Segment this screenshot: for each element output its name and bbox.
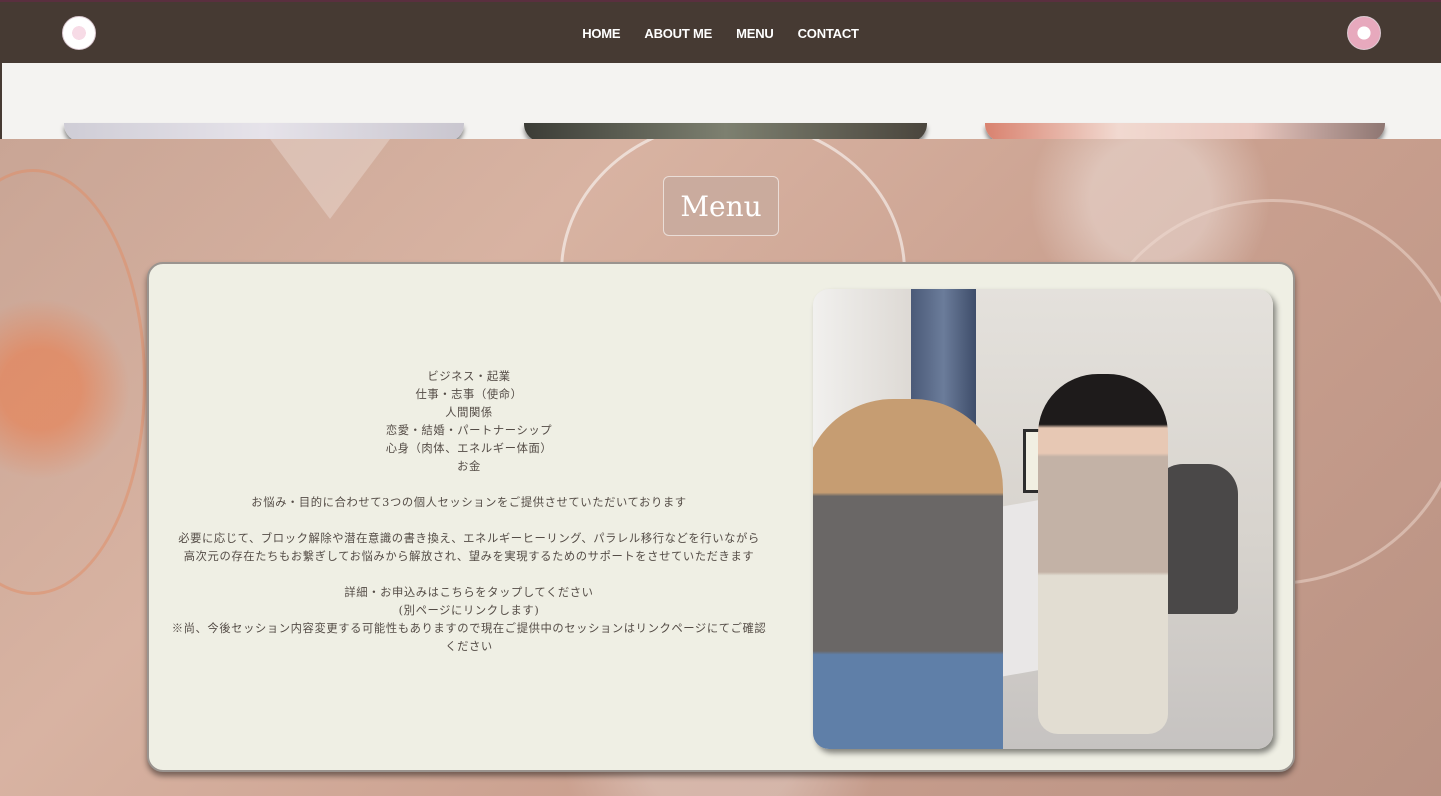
topic-line: 恋愛・結婚・パートナーシップ xyxy=(385,424,553,437)
main-nav: HOME ABOUT ME MENU CONTACT xyxy=(0,2,1441,65)
background-decoration xyxy=(270,139,390,219)
nav-contact[interactable]: CONTACT xyxy=(798,26,859,41)
menu-heading-box: Menu xyxy=(663,176,779,236)
notice-text: ※尚、今後セッション内容変更する可能性もありますので現在ご提供中のセッションはリ… xyxy=(171,622,767,653)
support-text: 高次元の存在たちもお繋ぎしてお悩みから解放され、望みを実現するためのサポートをさ… xyxy=(183,550,755,563)
topic-line: 心身（肉体、エネルギー体面） xyxy=(385,442,553,455)
section-title: Menu xyxy=(680,189,762,223)
support-text: 必要に応じて、ブロック解除や潜在意識の書き換え、エネルギーヒーリング、パラレル移… xyxy=(178,532,760,545)
menu-description: ビジネス・起業 仕事・志事（使命） 人間関係 恋愛・結婚・パートナーシップ 心身… xyxy=(171,368,767,656)
nav-home[interactable]: HOME xyxy=(582,26,620,41)
topic-line: 人間関係 xyxy=(445,406,493,419)
menu-card: ビジネス・起業 仕事・志事（使命） 人間関係 恋愛・結婚・パートナーシップ 心身… xyxy=(147,262,1295,772)
topic-line: お金 xyxy=(457,460,481,473)
topic-line: ビジネス・起業 xyxy=(427,370,511,383)
flower-emblem-icon[interactable] xyxy=(1347,16,1381,50)
photo-detail xyxy=(1038,374,1168,734)
background-decoration xyxy=(0,169,146,595)
previous-section xyxy=(0,63,1441,142)
details-link[interactable]: 詳細・お申込みはこちらをタップしてください xyxy=(171,584,767,602)
nav-about-me[interactable]: ABOUT ME xyxy=(644,26,712,41)
topic-line: 仕事・志事（使命） xyxy=(415,388,523,401)
link-note: (別ページにリンクします) xyxy=(398,604,540,617)
site-header: HOME ABOUT ME MENU CONTACT xyxy=(0,0,1441,63)
nav-menu[interactable]: MENU xyxy=(736,26,774,41)
photo-detail xyxy=(813,399,1003,749)
menu-section: Menu ビジネス・起業 仕事・志事（使命） 人間関係 恋愛・結婚・パートナーシ… xyxy=(0,139,1441,796)
session-photo[interactable] xyxy=(813,289,1273,749)
session-intro-text: お悩み・目的に合わせて3つの個人セッションをご提供させていただいております xyxy=(251,496,687,509)
